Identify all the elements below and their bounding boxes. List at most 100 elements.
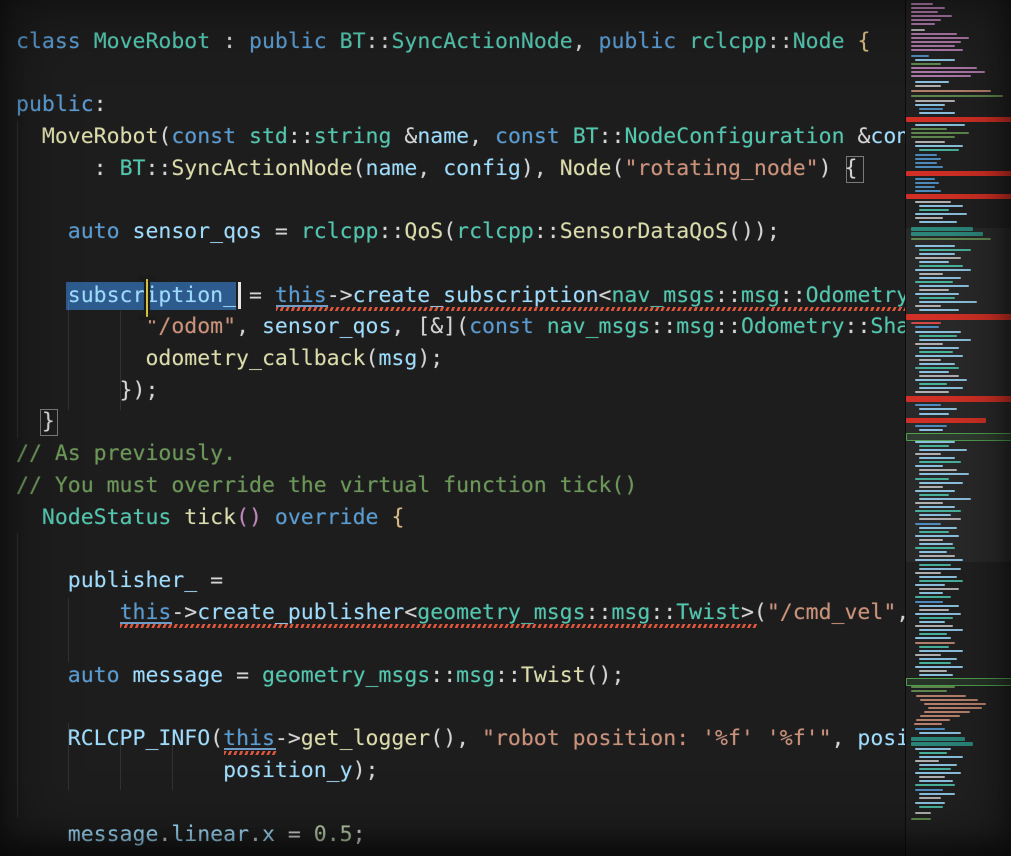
minimap-code-bar	[911, 128, 947, 130]
code-token: publisher_	[68, 568, 197, 593]
minimap-code-bar	[919, 494, 949, 496]
minimap-code-bar	[915, 182, 939, 184]
code-token: ::	[366, 29, 392, 54]
minimap-code-bar	[919, 209, 949, 211]
code-token: override	[275, 505, 379, 530]
minimap-code-bar	[915, 355, 963, 357]
code-line-26[interactable]: message.linear.x = 0.5;	[0, 819, 905, 851]
code-token	[16, 219, 68, 244]
minimap-code-bar	[919, 531, 949, 533]
code-token	[81, 29, 94, 54]
code-line-5[interactable]: : BT::SyncActionNode(name, config), Node…	[0, 153, 905, 185]
code-line-24[interactable]: position_y);	[0, 755, 905, 787]
code-token	[676, 29, 689, 54]
code-token: BT	[340, 29, 366, 54]
minimap-code-bar	[911, 49, 963, 51]
minimap-error-bar	[906, 117, 1011, 122]
minimap-code-bar	[915, 104, 945, 106]
code-token: ->	[327, 283, 353, 308]
code-token: // You must override the virtual functio…	[16, 473, 637, 498]
code-line-11[interactable]: odometry_callback(msg);	[0, 343, 905, 375]
code-token: rclcpp	[689, 29, 767, 54]
code-line-23[interactable]: RCLCPP_INFO(this->get_logger(), "robot p…	[0, 723, 905, 755]
code-token	[171, 505, 184, 530]
minimap-code-bar	[915, 425, 947, 427]
minimap-code-bar	[919, 588, 959, 590]
minimap-code-bar	[915, 441, 955, 443]
code-token: , [&](	[391, 314, 469, 339]
code-token: {	[391, 505, 404, 530]
minimap-code-bar	[915, 728, 945, 730]
minimap-code-bar	[915, 802, 945, 804]
minimap-code-bar	[919, 108, 943, 110]
code-token: ();	[586, 663, 625, 688]
code-token: create_subscription	[353, 283, 599, 308]
code-token: (	[353, 156, 366, 181]
minimap-code-bar	[915, 760, 939, 762]
minimap-code-bar	[911, 132, 969, 134]
code-line-18[interactable]: publisher_ =	[0, 565, 905, 597]
code-token: =	[275, 822, 314, 847]
code-token: const	[171, 124, 236, 149]
minimap-code-bar	[915, 190, 941, 192]
code-line-12[interactable]: });	[0, 375, 905, 407]
code-line-25[interactable]	[0, 787, 905, 819]
minimap-code-bar	[919, 514, 951, 516]
minimap-code-bar	[919, 301, 977, 303]
code-token: );	[353, 758, 379, 783]
minimap-code-bar	[919, 498, 971, 500]
minimap-code-bar	[915, 326, 939, 328]
code-line-17[interactable]	[0, 533, 905, 565]
code-line-16[interactable]: NodeStatus tick() override {	[0, 502, 905, 534]
minimap-code-bar	[919, 629, 963, 631]
code-line-14[interactable]: // As previously.	[0, 438, 905, 470]
code-line-6[interactable]	[0, 185, 905, 217]
code-line-15[interactable]: // You must override the virtual functio…	[0, 470, 905, 502]
code-token: // As previously.	[16, 441, 236, 466]
code-token: class	[16, 29, 81, 54]
code-line-13[interactable]: }	[0, 406, 905, 438]
code-token: QoS	[404, 219, 443, 244]
code-line-3[interactable]: public:	[0, 89, 905, 121]
code-line-1[interactable]: class MoveRobot : public BT::SyncActionN…	[0, 26, 905, 58]
minimap-code-bar	[919, 793, 955, 795]
code-line-20[interactable]	[0, 628, 905, 660]
code-token: auto	[68, 663, 120, 688]
code-line-21[interactable]: auto message = geometry_msgs::msg::Twist…	[0, 660, 905, 692]
minimap-code-bar	[915, 100, 955, 102]
minimap-code-bar	[915, 784, 955, 786]
code-token: config	[870, 124, 905, 149]
minimap-code-bar	[911, 3, 933, 5]
code-token: NodeConfiguration	[624, 124, 844, 149]
minimap-code-bar	[915, 154, 937, 156]
code-token	[236, 124, 249, 149]
minimap[interactable]	[905, 0, 1011, 856]
code-token	[16, 822, 68, 847]
code-token: nav_msgs	[547, 314, 651, 339]
code-token: 0.5	[314, 822, 353, 847]
minimap-code-bar	[919, 633, 947, 635]
code-line-22[interactable]	[0, 692, 905, 724]
code-token	[327, 29, 340, 54]
minimap-code-bar	[919, 650, 963, 652]
minimap-code-bar	[911, 29, 925, 31]
code-line-4[interactable]: MoveRobot(const std::string &name, const…	[0, 121, 905, 153]
minimap-code-bar	[919, 670, 947, 672]
code-line-7[interactable]: auto sensor_qos = rclcpp::QoS(rclcpp::Se…	[0, 216, 905, 248]
minimap-code-bar	[919, 387, 963, 389]
code-token: >(	[741, 600, 767, 625]
code-token: =	[223, 663, 262, 688]
code-token: ::	[599, 124, 625, 149]
code-line-2[interactable]	[0, 58, 905, 90]
code-editor[interactable]: class MoveRobot : public BT::SyncActionN…	[0, 0, 905, 856]
code-token: )	[819, 156, 845, 181]
minimap-code-bar	[919, 149, 959, 151]
code-token: "rotating_node"	[624, 156, 818, 181]
code-token: });	[16, 378, 158, 403]
minimap-code-bar	[915, 654, 941, 656]
minimap-code-bar	[919, 564, 951, 566]
minimap-code-bar	[919, 646, 949, 648]
code-token: ->	[275, 726, 301, 751]
code-token: :	[94, 92, 107, 117]
code-token: sensor_qos	[262, 314, 391, 339]
